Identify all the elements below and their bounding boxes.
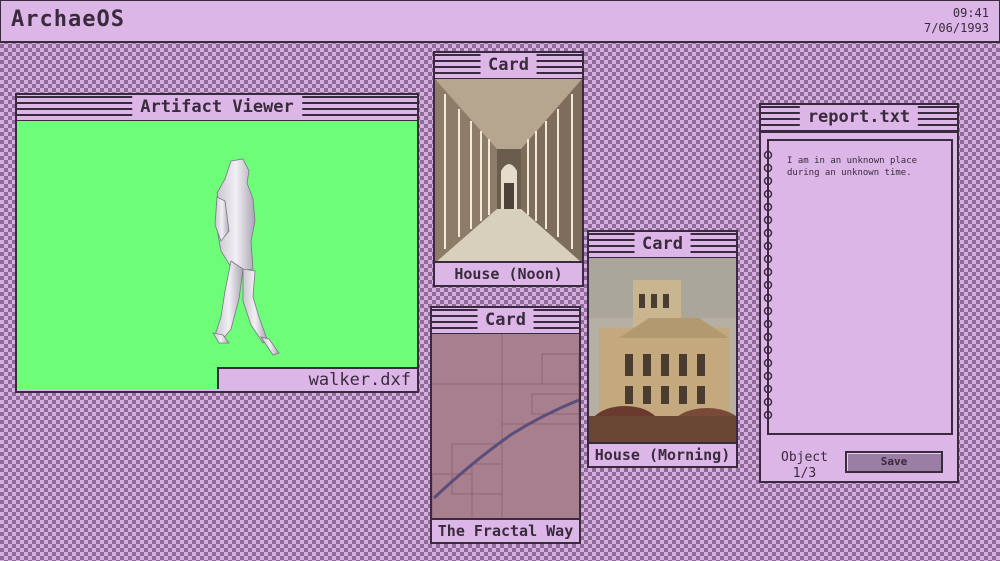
object-count: 1/3 (792, 466, 817, 481)
object-counter: Object 1/3 (781, 450, 828, 482)
clock: 09:41 7/06/1993 (924, 6, 989, 36)
card-fractal-way[interactable]: Card The Fractal Way (430, 306, 581, 544)
artifact-canvas[interactable]: walker.dxf (17, 121, 417, 390)
save-button[interactable]: Save (845, 451, 943, 473)
card-title: Card (480, 54, 537, 76)
card-titlebar[interactable]: Card (435, 53, 582, 81)
card-house-noon[interactable]: Card House (Noon) (433, 51, 584, 287)
report-titlebar[interactable]: report.txt (761, 105, 957, 133)
report-title: report.txt (799, 106, 919, 128)
card-titlebar[interactable]: Card (589, 232, 736, 260)
report-window[interactable]: report.txt I am in an unknown place duri… (759, 103, 959, 483)
artifact-viewer-titlebar[interactable]: Artifact Viewer (17, 95, 417, 123)
clock-time: 09:41 (952, 6, 989, 20)
artifact-viewer-window[interactable]: Artifact Viewer walker.dxf (15, 93, 419, 393)
card-titlebar[interactable]: Card (432, 308, 579, 336)
cathedral-nave-image (435, 79, 582, 261)
card-caption: The Fractal Way (432, 518, 579, 542)
report-text[interactable]: I am in an unknown place during an unkno… (787, 155, 947, 179)
app-title: ArchaeOS (11, 7, 125, 32)
card-caption: House (Morning) (589, 442, 736, 466)
menubar: ArchaeOS 09:41 7/06/1993 (0, 0, 1000, 43)
walker-figure (212, 158, 280, 356)
card-title: Card (477, 309, 534, 331)
artifact-viewer-title: Artifact Viewer (132, 96, 302, 118)
card-caption: House (Noon) (435, 261, 582, 285)
card-house-morning[interactable]: Card House (Morning) (587, 230, 738, 468)
castle-image (589, 258, 736, 442)
report-notebook[interactable]: I am in an unknown place during an unkno… (763, 139, 953, 435)
clock-date: 7/06/1993 (923, 21, 989, 35)
artifact-filename: walker.dxf (217, 367, 417, 390)
card-title: Card (634, 233, 691, 255)
spiral-binding (763, 150, 773, 420)
fractal-image (432, 334, 579, 518)
object-label: Object (781, 450, 828, 465)
